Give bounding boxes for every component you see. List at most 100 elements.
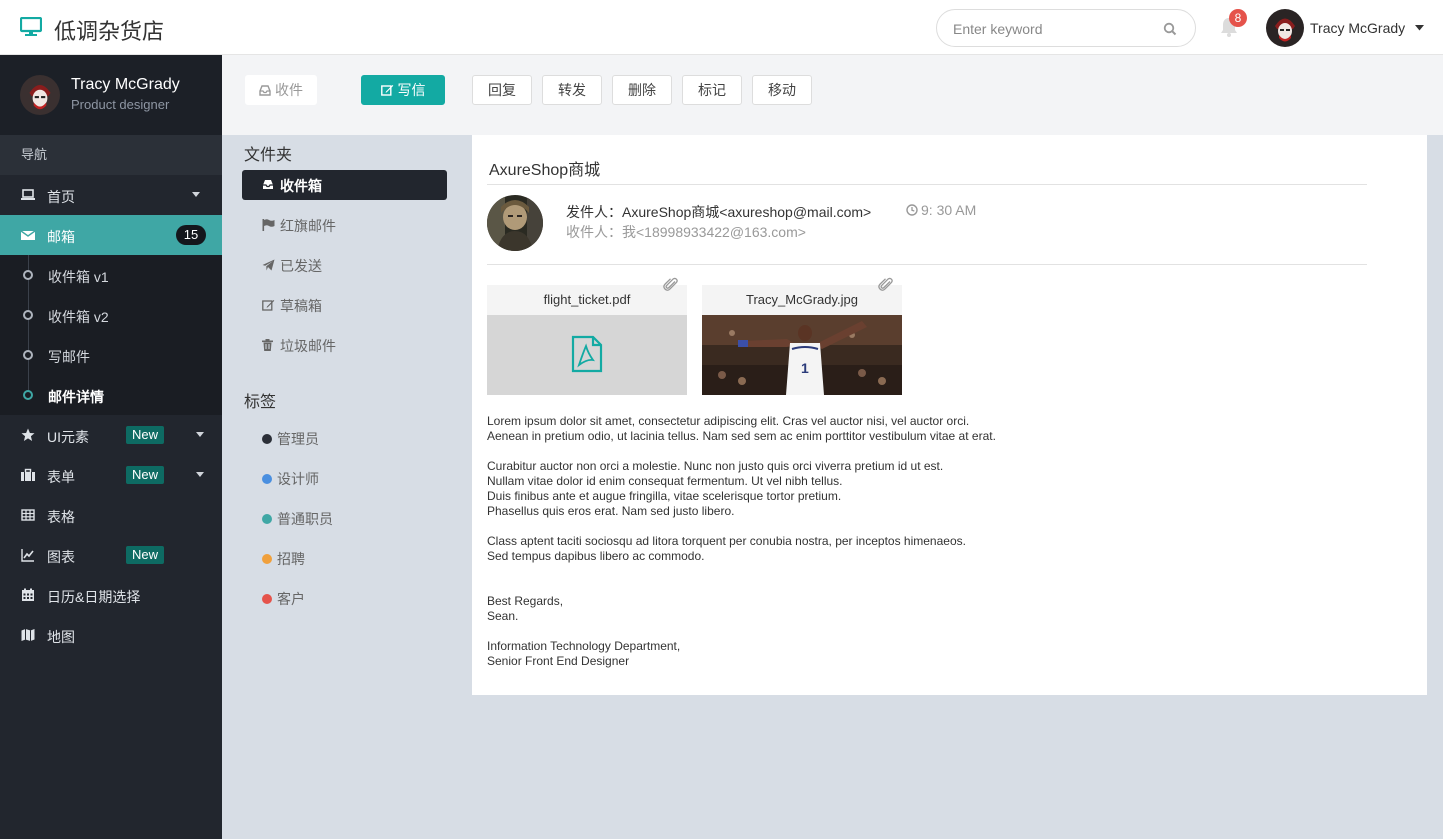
divider: [487, 184, 1367, 185]
search-box[interactable]: [936, 9, 1196, 47]
folder-inbox[interactable]: 收件箱: [242, 170, 447, 200]
mail-time: 9: 30 AM: [906, 202, 976, 218]
edit-icon: [262, 300, 275, 311]
folder-drafts[interactable]: 草稿箱: [242, 290, 447, 320]
inbox-button[interactable]: 收件: [245, 75, 317, 105]
mail-from: 发件人：AxureShop商城<axureshop@mail.com>: [566, 204, 872, 220]
subnav-compose[interactable]: 写邮件: [0, 335, 222, 375]
mail-body-line: Best Regards,: [487, 594, 564, 608]
subnav-mail-detail[interactable]: 邮件详情: [0, 375, 222, 415]
sidebar-item-ui-elements[interactable]: UI元素 New: [0, 415, 222, 455]
sidebar-item-label: 图表: [47, 549, 75, 565]
attachment-pdf[interactable]: flight_ticket.pdf: [487, 277, 687, 395]
mail-body-line: [487, 579, 1387, 594]
folder-trash[interactable]: 垃圾邮件: [242, 330, 447, 360]
avatar: [20, 75, 60, 115]
sidebar-item-mailbox[interactable]: 邮箱 15: [0, 215, 222, 255]
sidebar-item-label: 地图: [47, 629, 75, 645]
profile-role: Product designer: [71, 97, 170, 112]
attachment-name: Tracy_McGrady.jpg: [746, 292, 858, 307]
folder-label: 红旗邮件: [280, 218, 336, 234]
paperclip-icon: [663, 277, 678, 291]
app-title: 低调杂货店: [54, 19, 165, 44]
sidebar-item-calendar[interactable]: 日历&日期选择: [0, 575, 222, 615]
sidebar-item-home[interactable]: 首页: [0, 175, 222, 215]
tag-staff[interactable]: 普通职员: [242, 503, 447, 533]
mail-body-line: Senior Front End Designer: [487, 654, 630, 668]
folder-flagged[interactable]: 红旗邮件: [242, 210, 447, 240]
search-input[interactable]: [953, 19, 1153, 39]
svg-text:1: 1: [801, 360, 809, 376]
search-icon[interactable]: [1163, 22, 1177, 36]
subnav-inbox-v1[interactable]: 收件箱 v1: [0, 255, 222, 295]
mail-body-line: Class aptent taciti sociosqu ad litora t…: [487, 534, 966, 548]
circle-icon: [23, 350, 33, 360]
paperclip-icon: [878, 277, 893, 291]
subnav-label: 收件箱 v1: [48, 269, 109, 285]
chevron-down-icon: [196, 432, 204, 437]
star-icon: [21, 428, 35, 441]
photo-preview[interactable]: 1: [702, 315, 902, 395]
tag-color-dot: [262, 474, 272, 484]
circle-icon: [23, 310, 33, 320]
compose-button[interactable]: 写信: [361, 75, 445, 105]
sidebar-item-forms[interactable]: 表单 New: [0, 455, 222, 495]
mail-toolbar: 收件 写信 回复 转发 删除 标记 移动: [222, 55, 1443, 135]
attachment-name: flight_ticket.pdf: [543, 292, 631, 307]
caret-down-icon[interactable]: [1415, 25, 1425, 31]
mail-body-line: [487, 564, 1387, 579]
folder-label: 垃圾邮件: [280, 338, 336, 354]
nav-header: 导航: [0, 135, 222, 175]
attachment-jpg[interactable]: Tracy_McGrady.jpg 1: [702, 277, 902, 395]
chevron-down-icon: [192, 192, 200, 197]
compose-label: 写信: [397, 82, 426, 98]
user-name[interactable]: Tracy McGrady: [1310, 20, 1405, 36]
tag-color-dot: [262, 514, 272, 524]
mail-body-line: [487, 519, 1387, 534]
tag-recruit[interactable]: 招聘: [242, 543, 447, 573]
sidebar-item-label: 日历&日期选择: [47, 589, 141, 605]
monitor-icon: [20, 17, 42, 36]
subnav-label: 邮件详情: [48, 389, 104, 405]
profile-name: Tracy McGrady: [71, 76, 180, 93]
mail-body-line: Information Technology Department,: [487, 639, 681, 653]
tag-label: 招聘: [277, 551, 305, 567]
mark-button[interactable]: 标记: [682, 75, 742, 105]
folder-sent[interactable]: 已发送: [242, 250, 447, 280]
folder-label: 已发送: [280, 258, 322, 274]
inbox-icon: [259, 85, 271, 96]
mail-body-line: Curabitur auctor non orci a molestie. Nu…: [487, 459, 944, 473]
sidebar-item-charts[interactable]: 图表 New: [0, 535, 222, 575]
delete-button[interactable]: 删除: [612, 75, 672, 105]
sidebar-item-label: 邮箱: [47, 229, 75, 245]
tag-label: 管理员: [277, 431, 319, 447]
sidebar-item-tables[interactable]: 表格: [0, 495, 222, 535]
sidebar-item-label: 表单: [47, 469, 75, 485]
reply-button[interactable]: 回复: [472, 75, 532, 105]
tag-admin[interactable]: 管理员: [242, 423, 447, 453]
sender-avatar: [487, 195, 543, 251]
photo-thumbnail: 1: [702, 315, 902, 395]
forward-button[interactable]: 转发: [542, 75, 602, 105]
mail-detail: AxureShop商城 发件人：AxureShop商城<axureshop@ma…: [472, 135, 1427, 695]
tag-designer[interactable]: 设计师: [242, 463, 447, 493]
briefcase-icon: [21, 468, 35, 481]
sidebar-item-map[interactable]: 地图: [0, 615, 222, 655]
tag-color-dot: [262, 434, 272, 444]
mail-body-line: Nullam vitae dolor id enim consequat fer…: [487, 474, 843, 488]
inbox-icon: [263, 180, 273, 189]
trash-icon: [262, 339, 273, 351]
move-button[interactable]: 移动: [752, 75, 812, 105]
paper-plane-icon: [262, 259, 275, 271]
sidebar: Tracy McGrady Product designer 导航 首页 邮箱 …: [0, 55, 222, 839]
circle-icon: [23, 390, 33, 400]
pdf-preview[interactable]: [487, 315, 687, 395]
clock-icon: [906, 204, 918, 216]
table-icon: [21, 509, 35, 521]
mail-body-line: Aenean in pretium odio, ut lacinia tellu…: [487, 429, 996, 443]
tag-customer[interactable]: 客户: [242, 583, 447, 613]
user-menu[interactable]: Tracy McGrady: [1266, 9, 1425, 47]
subnav-inbox-v2[interactable]: 收件箱 v2: [0, 295, 222, 335]
mail-body-line: [487, 624, 1387, 639]
mail-time-text: 9: 30 AM: [921, 202, 977, 218]
